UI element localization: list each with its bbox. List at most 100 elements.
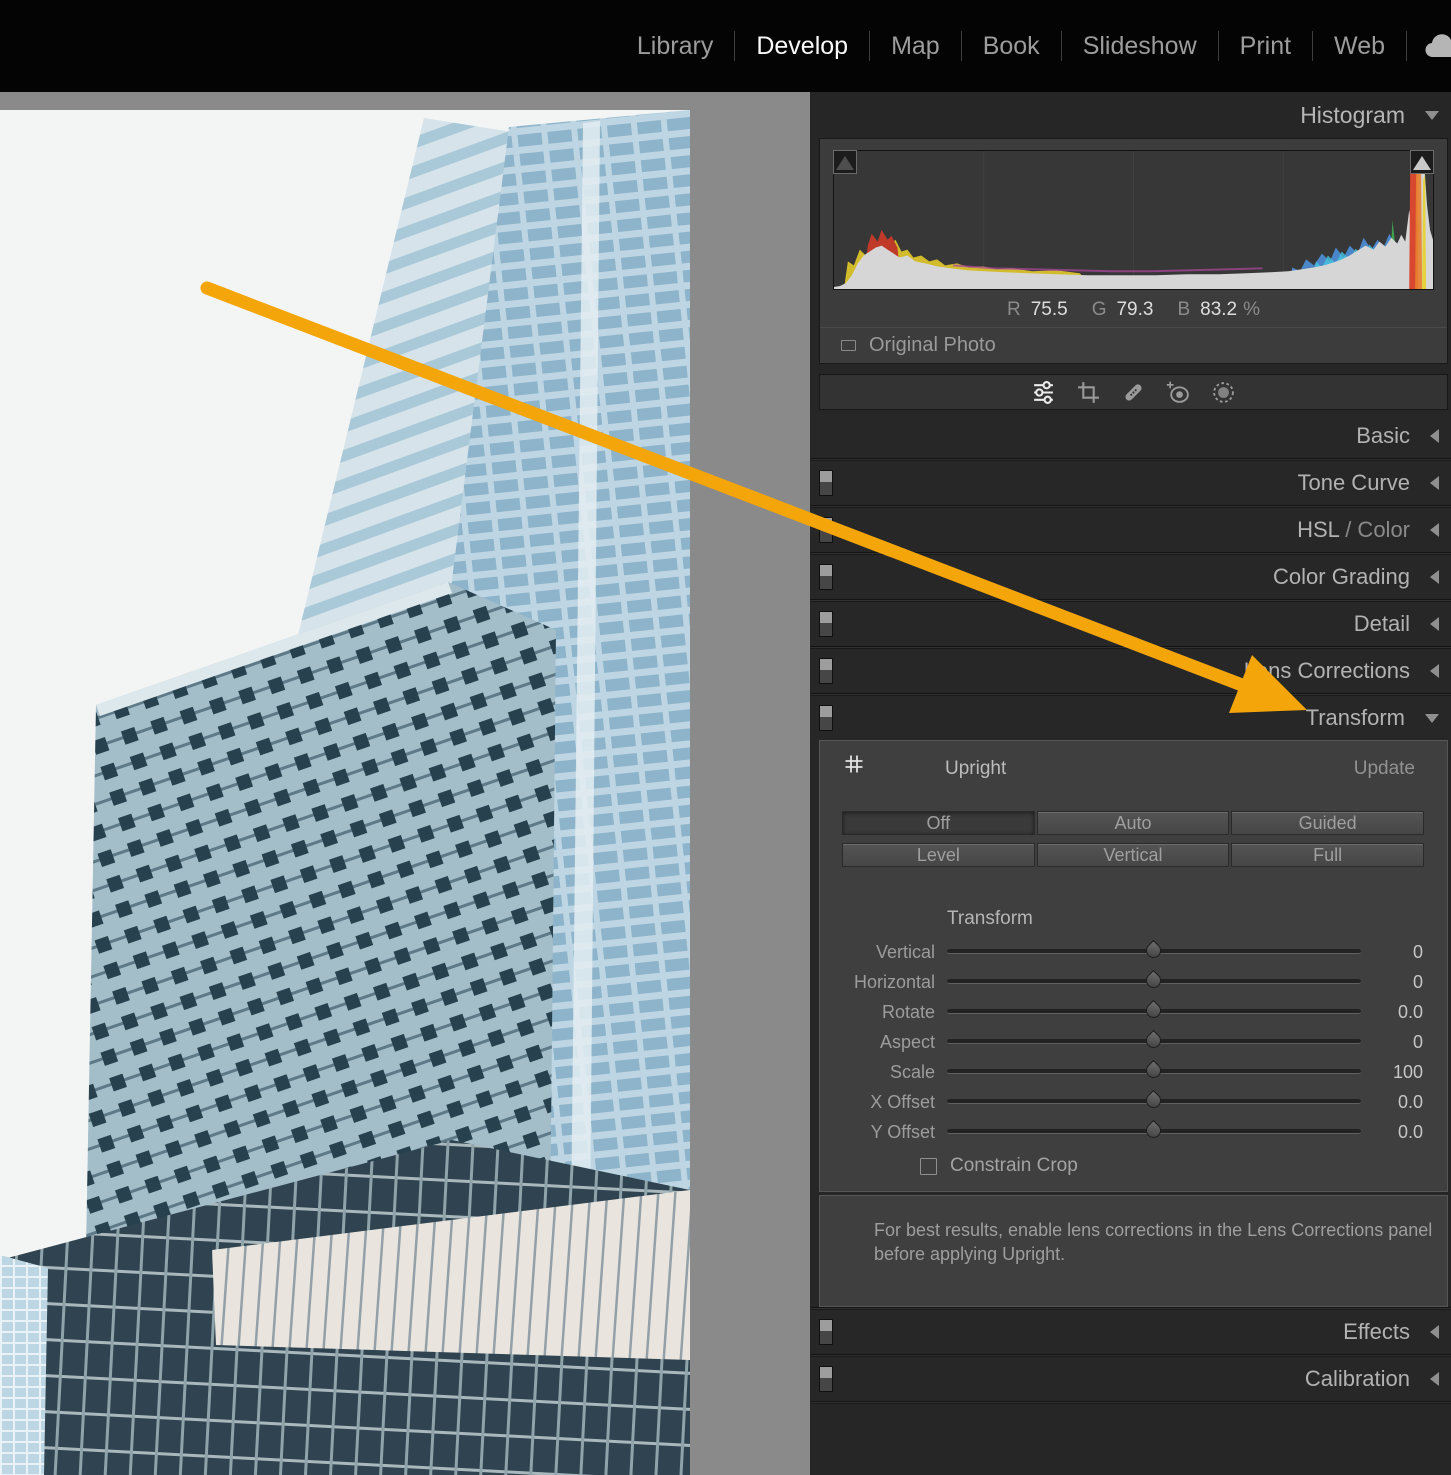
slider-value[interactable]: 100	[1353, 1057, 1423, 1087]
expand-triangle-icon[interactable]	[1430, 664, 1439, 678]
slider-aspect: Aspect 0	[820, 1027, 1447, 1057]
slider-value[interactable]: 0	[1353, 937, 1423, 967]
slider-vertical: Vertical 0	[820, 937, 1447, 967]
panel-enable-toggle[interactable]	[819, 1319, 833, 1345]
highlight-clipping-indicator[interactable]	[1410, 150, 1434, 174]
slider-value[interactable]: 0	[1353, 1027, 1423, 1057]
slider-track[interactable]	[947, 1039, 1361, 1044]
slider-thumb[interactable]	[1143, 1000, 1164, 1021]
creative-cloud-icon[interactable]	[1425, 31, 1451, 61]
slider-label: Aspect	[820, 1027, 935, 1057]
panel-enable-toggle[interactable]	[819, 517, 833, 543]
edit-sliders-icon[interactable]	[1031, 380, 1056, 405]
upright-full-button[interactable]: Full	[1231, 843, 1424, 867]
slider-thumb[interactable]	[1143, 1060, 1164, 1081]
module-web[interactable]: Web	[1313, 32, 1406, 61]
original-photo-label: Original Photo	[869, 334, 996, 357]
masking-icon[interactable]	[1211, 380, 1236, 405]
panel-calibration[interactable]: Calibration	[810, 1357, 1451, 1401]
slider-label: X Offset	[820, 1087, 935, 1117]
update-button[interactable]: Update	[1354, 758, 1415, 780]
expand-triangle-icon[interactable]	[1430, 1372, 1439, 1386]
nav-separator	[1406, 31, 1407, 61]
photo-workspace	[0, 92, 810, 1475]
tool-strip	[819, 374, 1448, 410]
panel-hsl-color[interactable]: HSL / Color	[810, 508, 1451, 552]
slider-value[interactable]: 0.0	[1353, 1087, 1423, 1117]
slider-thumb[interactable]	[1143, 1120, 1164, 1141]
expand-triangle-icon[interactable]	[1430, 1325, 1439, 1339]
shadow-clipping-indicator[interactable]	[833, 150, 857, 174]
panel-basic[interactable]: Basic	[810, 414, 1451, 458]
slider-value[interactable]: 0	[1353, 967, 1423, 997]
collapse-triangle-icon[interactable]	[1425, 714, 1439, 723]
upright-off-button[interactable]: Off	[842, 811, 1035, 835]
slider-track[interactable]	[947, 1129, 1361, 1134]
percent-unit: %	[1243, 299, 1260, 321]
red-eye-icon[interactable]	[1166, 380, 1191, 405]
expand-triangle-icon[interactable]	[1430, 523, 1439, 537]
panel-basic-label: Basic	[1356, 423, 1410, 449]
panel-tone-curve-label: Tone Curve	[1297, 470, 1410, 496]
panel-color-grading-label: Color Grading	[1273, 564, 1410, 590]
panel-enable-toggle[interactable]	[819, 1366, 833, 1392]
healing-brush-icon[interactable]	[1121, 380, 1146, 405]
module-develop[interactable]: Develop	[735, 32, 869, 61]
r-label: R	[1007, 299, 1021, 321]
module-map[interactable]: Map	[870, 32, 961, 61]
panel-effects[interactable]: Effects	[810, 1310, 1451, 1354]
panel-detail-label: Detail	[1354, 611, 1410, 637]
slider-track[interactable]	[947, 979, 1361, 984]
slider-label: Rotate	[820, 997, 935, 1027]
panel-color-grading[interactable]: Color Grading	[810, 555, 1451, 599]
histogram-header[interactable]: Histogram	[810, 92, 1451, 138]
panel-list: Basic Tone Curve HSL / Color Color Gradi…	[810, 414, 1451, 740]
panel-enable-toggle[interactable]	[819, 658, 833, 684]
slider-track[interactable]	[947, 1009, 1361, 1014]
transform-sliders: Vertical 0 Horizontal 0 Rotate 0.0 Aspec…	[820, 937, 1447, 1147]
collapse-triangle-icon[interactable]	[1425, 111, 1439, 120]
slider-thumb[interactable]	[1143, 1030, 1164, 1051]
upright-button-grid: Off Auto Guided Level Vertical Full	[842, 811, 1424, 867]
photo-canvas[interactable]	[0, 110, 690, 1475]
upright-level-button[interactable]: Level	[842, 843, 1035, 867]
panel-enable-toggle[interactable]	[819, 564, 833, 590]
upright-auto-button[interactable]: Auto	[1037, 811, 1230, 835]
crop-icon[interactable]	[1076, 380, 1101, 405]
upright-vertical-button[interactable]: Vertical	[1037, 843, 1230, 867]
slider-thumb[interactable]	[1143, 970, 1164, 991]
panel-lens-corrections[interactable]: Lens Corrections	[810, 649, 1451, 693]
panel-effects-label: Effects	[1343, 1319, 1410, 1345]
slider-track[interactable]	[947, 1069, 1361, 1074]
g-value: 79.3	[1116, 299, 1153, 321]
panel-enable-toggle[interactable]	[819, 611, 833, 637]
panel-enable-toggle[interactable]	[819, 705, 833, 731]
slider-value[interactable]: 0.0	[1353, 997, 1423, 1027]
upright-guided-button[interactable]: Guided	[1231, 811, 1424, 835]
expand-triangle-icon[interactable]	[1430, 570, 1439, 584]
upright-grid-icon	[843, 753, 865, 780]
expand-triangle-icon[interactable]	[1430, 617, 1439, 631]
slider-thumb[interactable]	[1143, 940, 1164, 961]
slider-y-offset: Y Offset 0.0	[820, 1117, 1447, 1147]
expand-triangle-icon[interactable]	[1430, 476, 1439, 490]
module-library[interactable]: Library	[616, 32, 734, 61]
panel-transform[interactable]: Transform	[810, 696, 1451, 740]
module-print[interactable]: Print	[1219, 32, 1312, 61]
module-slideshow[interactable]: Slideshow	[1062, 32, 1218, 61]
panel-tone-curve[interactable]: Tone Curve	[810, 461, 1451, 505]
constrain-crop-checkbox[interactable]	[920, 1158, 937, 1175]
slider-track[interactable]	[947, 949, 1361, 954]
slider-thumb[interactable]	[1143, 1090, 1164, 1111]
panel-detail[interactable]: Detail	[810, 602, 1451, 646]
original-photo-row[interactable]: Original Photo	[820, 327, 1447, 363]
histogram-plot[interactable]	[833, 150, 1434, 290]
module-picker-bar: Library Develop Map Book Slideshow Print…	[0, 0, 1451, 92]
expand-triangle-icon[interactable]	[1430, 429, 1439, 443]
transform-section-label: Transform	[947, 908, 1033, 930]
slider-scale: Scale 100	[820, 1057, 1447, 1087]
slider-value[interactable]: 0.0	[1353, 1117, 1423, 1147]
panel-enable-toggle[interactable]	[819, 470, 833, 496]
slider-track[interactable]	[947, 1099, 1361, 1104]
module-book[interactable]: Book	[962, 32, 1061, 61]
